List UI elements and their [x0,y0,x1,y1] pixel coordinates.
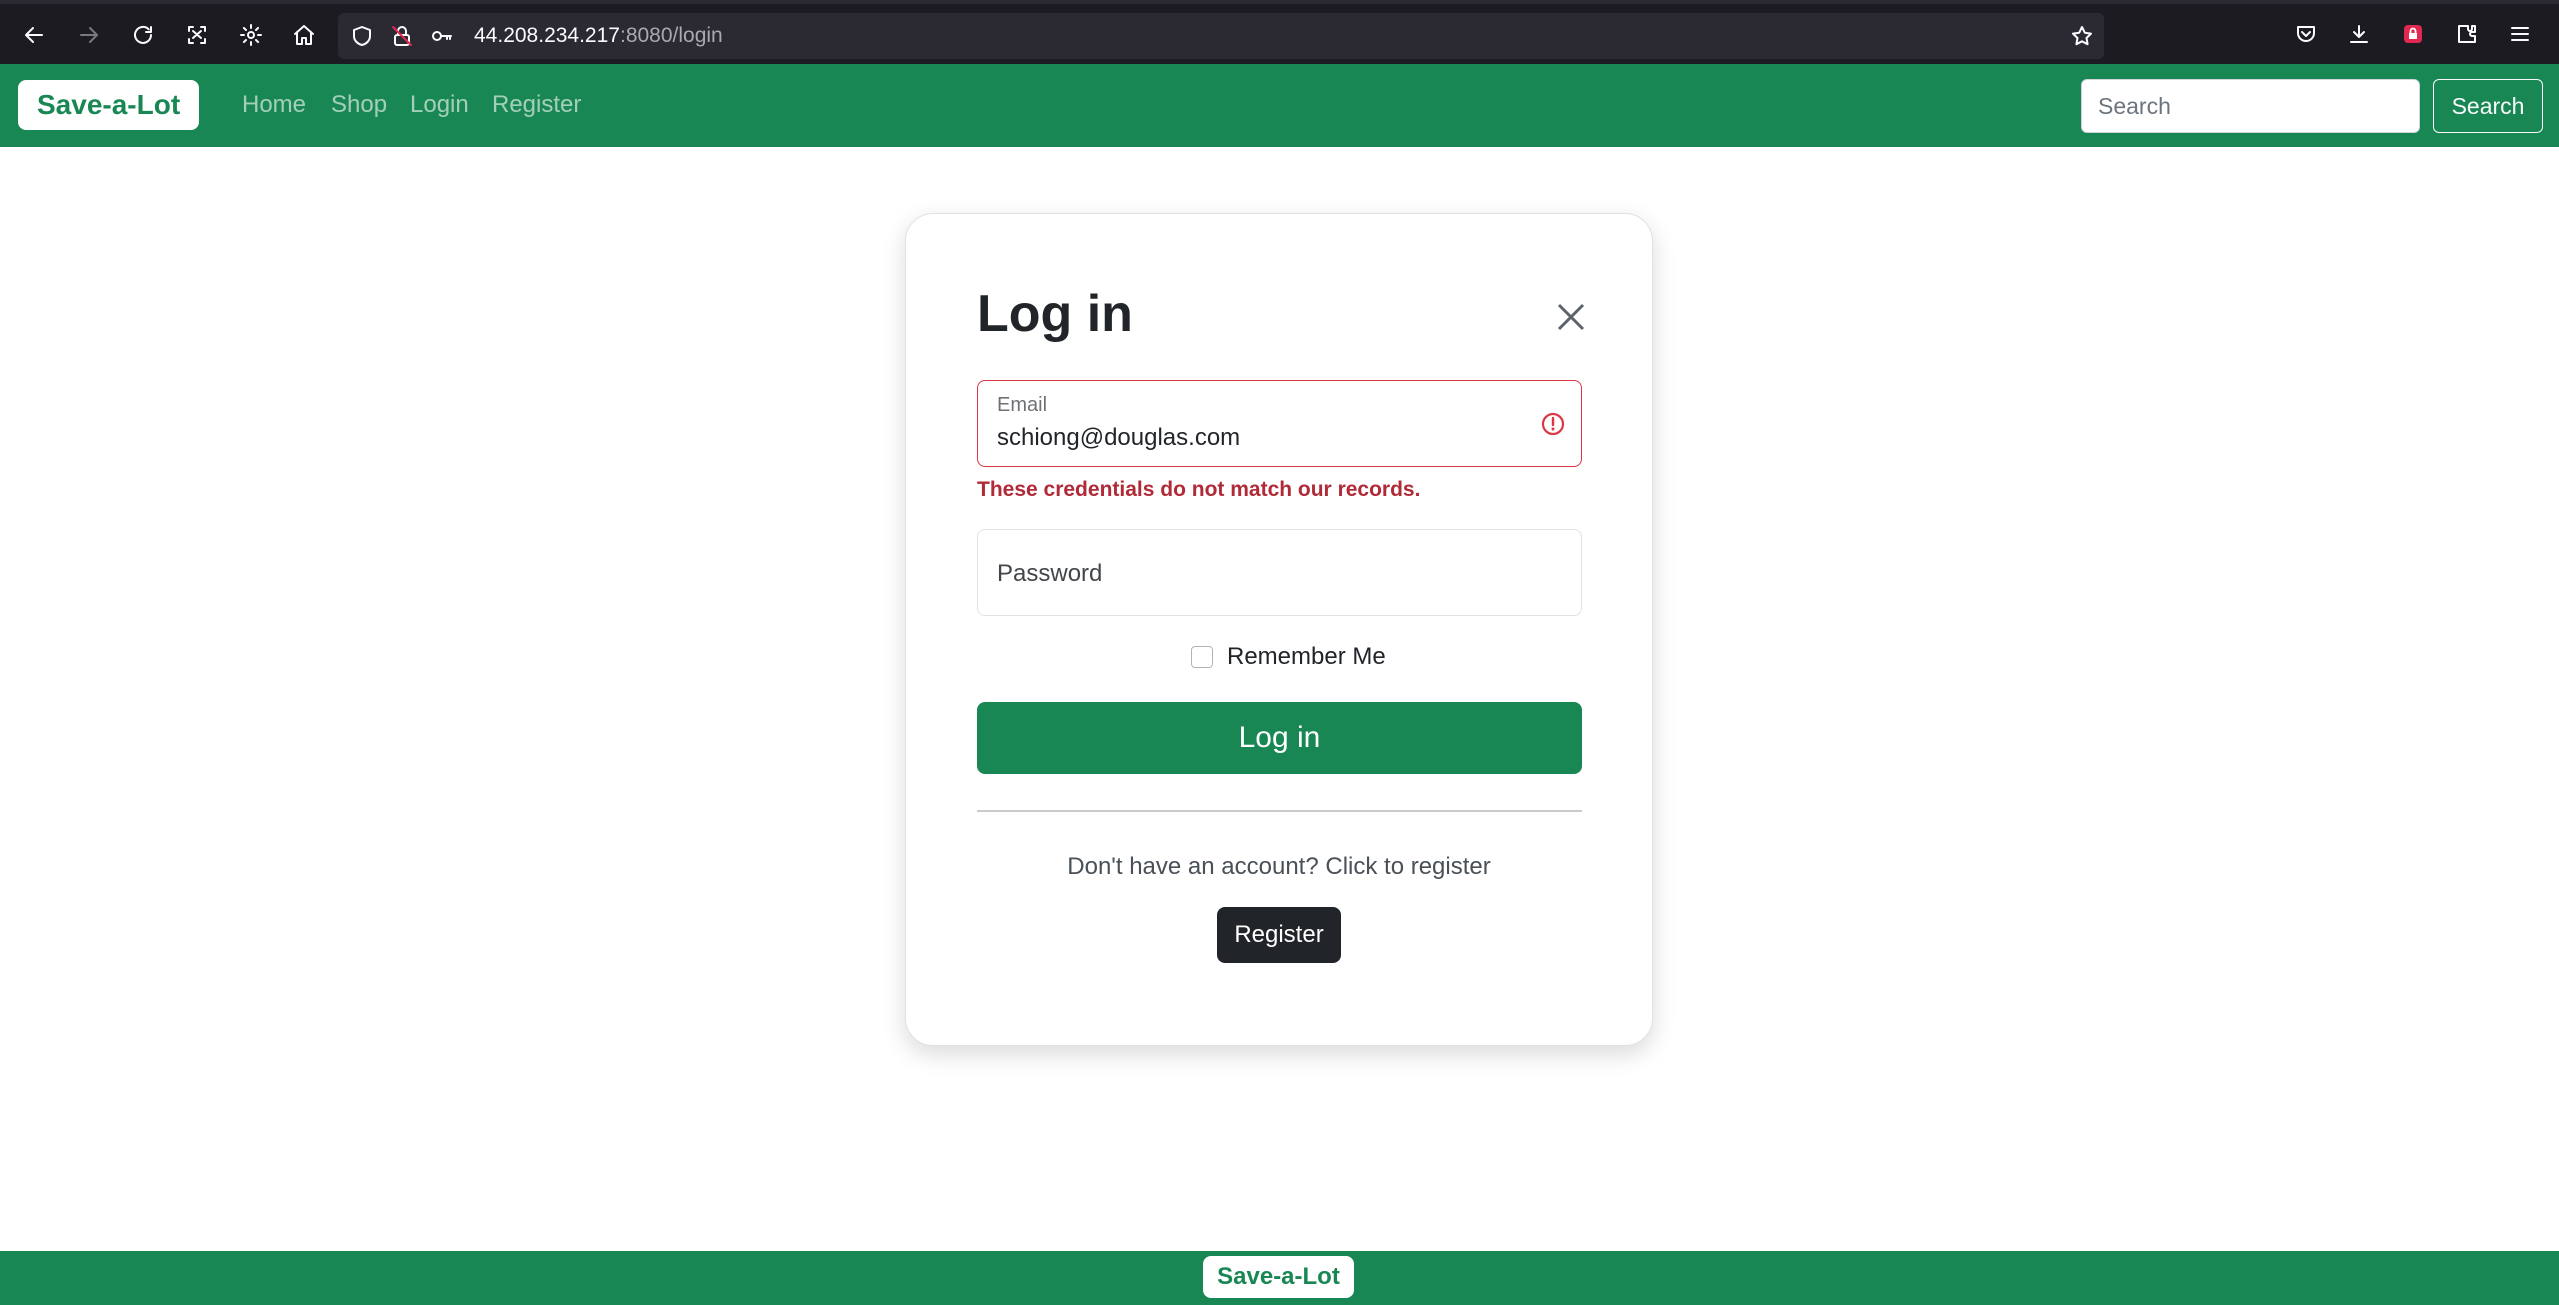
bookmark-star-icon[interactable] [2070,24,2094,48]
email-error-message: These credentials do not match our recor… [977,478,1421,501]
extensions-icon[interactable] [2453,20,2481,48]
reload-icon[interactable] [126,18,160,52]
register-prompt: Don't have an account? Click to register [1067,853,1491,880]
close-icon[interactable] [1553,299,1589,335]
site-footer: Save-a-Lot [0,1251,2559,1305]
url-bar[interactable]: 44.208.234.217:8080/login [338,13,2104,59]
menu-icon[interactable] [2506,20,2534,48]
remember-me[interactable]: Remember Me [1191,643,1386,671]
password-label: Password [997,560,1103,587]
shield-icon[interactable] [350,24,374,48]
brand-logo[interactable]: Save-a-Lot [18,80,200,130]
search-input[interactable] [2081,79,2420,133]
screenshot-icon[interactable] [180,18,214,52]
remember-me-label[interactable]: Remember Me [1227,643,1386,671]
email-field[interactable]: Email schiong@douglas.com [977,380,1582,467]
remember-me-checkbox[interactable] [1191,646,1213,668]
url-text[interactable]: 44.208.234.217:8080/login [474,24,723,48]
extension-lock-icon[interactable] [2399,20,2427,48]
browser-toolbar: 44.208.234.217:8080/login [0,0,2559,64]
home-icon[interactable] [287,18,321,52]
alert-icon [1540,411,1566,437]
footer-brand[interactable]: Save-a-Lot [1203,1256,1354,1298]
search-button[interactable]: Search [2433,79,2543,133]
nav-link-home[interactable]: Home [242,91,306,119]
settings-gear-icon[interactable] [234,18,268,52]
email-label: Email [997,394,1048,416]
lock-slash-icon[interactable] [390,24,414,48]
site-navbar: Save-a-Lot Home Shop Login Register Sear… [0,64,2559,147]
url-path: :8080/login [619,24,723,47]
login-card: Log in Email schiong@douglas.com These c… [905,213,1653,1046]
login-title: Log in [977,285,1133,343]
register-button[interactable]: Register [1217,907,1341,963]
pocket-icon[interactable] [2292,20,2320,48]
nav-link-register[interactable]: Register [492,91,581,119]
password-field[interactable]: Password [977,529,1582,616]
forward-arrow-icon[interactable] [72,18,106,52]
nav-link-shop[interactable]: Shop [331,91,387,119]
divider [977,810,1582,812]
login-button[interactable]: Log in [977,702,1582,774]
nav-link-login[interactable]: Login [410,91,469,119]
key-icon[interactable] [430,24,454,48]
back-arrow-icon[interactable] [17,18,51,52]
url-host: 44.208.234.217 [474,24,620,47]
email-value[interactable]: schiong@douglas.com [997,424,1240,452]
download-icon[interactable] [2345,20,2373,48]
